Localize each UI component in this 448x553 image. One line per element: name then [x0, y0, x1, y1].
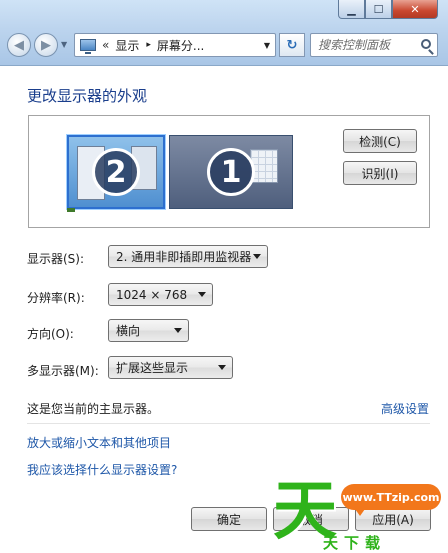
- page-title: 更改显示器的外观: [27, 87, 148, 105]
- breadcrumb-separator-icon[interactable]: ▸: [146, 40, 151, 50]
- resolution-select[interactable]: 1024 × 768: [108, 283, 213, 306]
- chevron-down-icon: [218, 365, 226, 370]
- breadcrumb-overflow[interactable]: «: [102, 38, 109, 52]
- resolution-select-value: 1024 × 768: [116, 287, 188, 302]
- site-watermark-url: www.TTzip.com: [341, 484, 441, 516]
- main-display-note: 这是您当前的主显示器。: [27, 402, 160, 416]
- chevron-down-icon: [174, 328, 182, 333]
- search-icon[interactable]: [421, 39, 431, 49]
- orientation-label: 方向(O):: [27, 327, 74, 341]
- back-arrow-icon: ◀: [14, 37, 24, 53]
- monitor-number-badge: 1: [207, 148, 255, 196]
- chevron-down-icon: [253, 254, 261, 259]
- start-button-icon: [67, 208, 75, 212]
- orientation-select-value: 横向: [116, 324, 141, 338]
- recent-pages-dropdown-icon[interactable]: ▼: [61, 40, 67, 49]
- maximize-button[interactable]: ☐: [365, 0, 392, 19]
- text-size-link[interactable]: 放大或缩小文本和其他项目: [27, 434, 171, 451]
- address-bar[interactable]: « 显示 ▸ 屏幕分... ▼: [74, 33, 276, 57]
- control-panel-icon: [80, 39, 96, 54]
- forward-arrow-icon: ▶: [41, 37, 51, 53]
- back-button[interactable]: ◀: [7, 33, 31, 57]
- identify-button[interactable]: 识别(I): [343, 161, 417, 185]
- refresh-button[interactable]: ↻: [279, 33, 305, 57]
- refresh-icon: ↻: [286, 37, 298, 53]
- close-button[interactable]: ✕: [392, 0, 438, 19]
- multiple-displays-select-value: 扩展这些显示: [116, 361, 189, 375]
- forward-button[interactable]: ▶: [34, 33, 58, 57]
- chevron-down-icon: [198, 292, 206, 297]
- multiple-displays-label: 多显示器(M):: [27, 364, 99, 378]
- monitor-2[interactable]: 2: [67, 135, 165, 209]
- detect-button[interactable]: 检测(C): [343, 129, 417, 153]
- display-settings-help-link[interactable]: 我应该选择什么显示器设置?: [27, 461, 177, 478]
- monitor-number-badge: 2: [92, 148, 140, 196]
- minimize-button[interactable]: ▁: [338, 0, 365, 19]
- address-dropdown-icon[interactable]: ▼: [259, 34, 275, 56]
- breadcrumb-screen-resolution[interactable]: 屏幕分...: [157, 37, 204, 54]
- advanced-settings-link[interactable]: 高级设置: [381, 400, 429, 417]
- orientation-select[interactable]: 横向: [108, 319, 189, 342]
- monitor-preview-panel: 2 1 检测(C) 识别(I): [28, 115, 430, 228]
- divider: [27, 423, 430, 424]
- ok-button[interactable]: 确定: [191, 507, 267, 531]
- multiple-displays-select[interactable]: 扩展这些显示: [108, 356, 233, 379]
- display-select-value: 2. 通用非即插即用监视器: [116, 250, 252, 264]
- monitor-1[interactable]: 1: [169, 135, 293, 209]
- resolution-label: 分辨率(R):: [27, 291, 85, 305]
- breadcrumb-display[interactable]: 显示: [115, 37, 139, 54]
- site-watermark-text: 天下载: [323, 534, 387, 552]
- display-select[interactable]: 2. 通用非即插即用监视器: [108, 245, 268, 268]
- search-box[interactable]: [310, 33, 438, 57]
- search-input[interactable]: [318, 38, 422, 52]
- title-bar: ▁ ☐ ✕ ◀ ▶ ▼ « 显示 ▸ 屏幕分... ▼ ↻: [0, 0, 448, 66]
- display-label: 显示器(S):: [27, 252, 85, 266]
